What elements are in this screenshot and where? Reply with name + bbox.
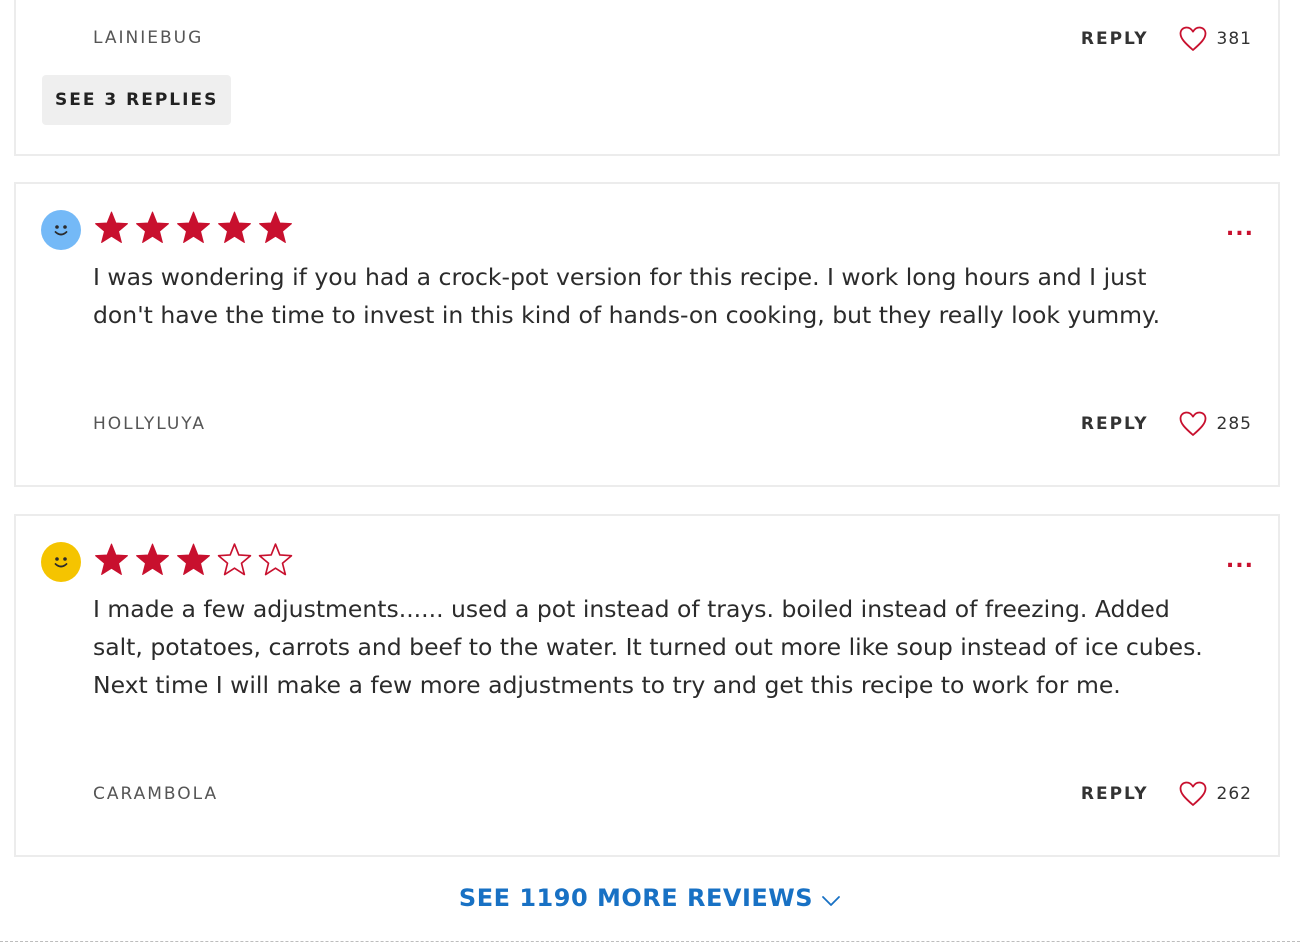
more-options-button[interactable]: ... [1226, 218, 1254, 240]
like-button[interactable]: 285 [1179, 411, 1252, 437]
review-card: ... I was wondering if you had a crock-p… [14, 182, 1280, 487]
like-count: 262 [1216, 784, 1252, 804]
reply-button[interactable]: REPLY [1081, 784, 1149, 804]
star-empty-icon [216, 542, 253, 577]
star-empty-icon [257, 542, 294, 577]
heart-icon [1179, 781, 1206, 806]
reply-button[interactable]: REPLY [1081, 414, 1149, 434]
review-text: I was wondering if you had a crock-pot v… [93, 263, 1161, 329]
review-author[interactable]: HOLLYLUYA [93, 414, 206, 434]
section-divider [0, 941, 1300, 942]
star-rating [93, 542, 294, 577]
smiley-yellow-icon [41, 542, 81, 582]
star-filled-icon [93, 542, 130, 577]
heart-icon [1179, 411, 1206, 436]
review-text: I made a few adjustments...... used a po… [93, 595, 1203, 699]
star-filled-icon [175, 210, 212, 245]
like-count: 285 [1216, 414, 1252, 434]
like-button[interactable]: 381 [1179, 26, 1252, 52]
star-filled-icon [93, 210, 130, 245]
review-author[interactable]: CARAMBOLA [93, 784, 218, 804]
review-actions: REPLY 285 [1081, 411, 1252, 437]
review-actions: REPLY 381 [1081, 26, 1252, 52]
smiley-blue-icon [41, 210, 81, 250]
star-rating [93, 210, 294, 245]
star-filled-icon [134, 210, 171, 245]
star-filled-icon [257, 210, 294, 245]
see-more-reviews-label: SEE 1190 MORE REVIEWS [458, 884, 814, 912]
review-card-lainiebug: LAINIEBUG REPLY 381 SEE 3 REPLIES [14, 0, 1280, 156]
review-actions: REPLY 262 [1081, 781, 1252, 807]
like-button[interactable]: 262 [1179, 781, 1252, 807]
like-count: 381 [1216, 29, 1252, 49]
review-card: ... I made a few adjustments...... used … [14, 514, 1280, 857]
star-filled-icon [175, 542, 212, 577]
see-more-reviews-button[interactable]: SEE 1190 MORE REVIEWS [0, 884, 1300, 913]
star-filled-icon [216, 210, 253, 245]
see-replies-button[interactable]: SEE 3 REPLIES [42, 75, 232, 125]
heart-icon [1179, 26, 1206, 51]
review-author[interactable]: LAINIEBUG [93, 28, 203, 48]
star-filled-icon [134, 542, 171, 577]
more-options-button[interactable]: ... [1226, 550, 1254, 572]
reviews-page: LAINIEBUG REPLY 381 SEE 3 REPLIES ... I … [0, 0, 1300, 952]
chevron-down-icon [821, 885, 841, 913]
reply-button[interactable]: REPLY [1081, 29, 1149, 49]
